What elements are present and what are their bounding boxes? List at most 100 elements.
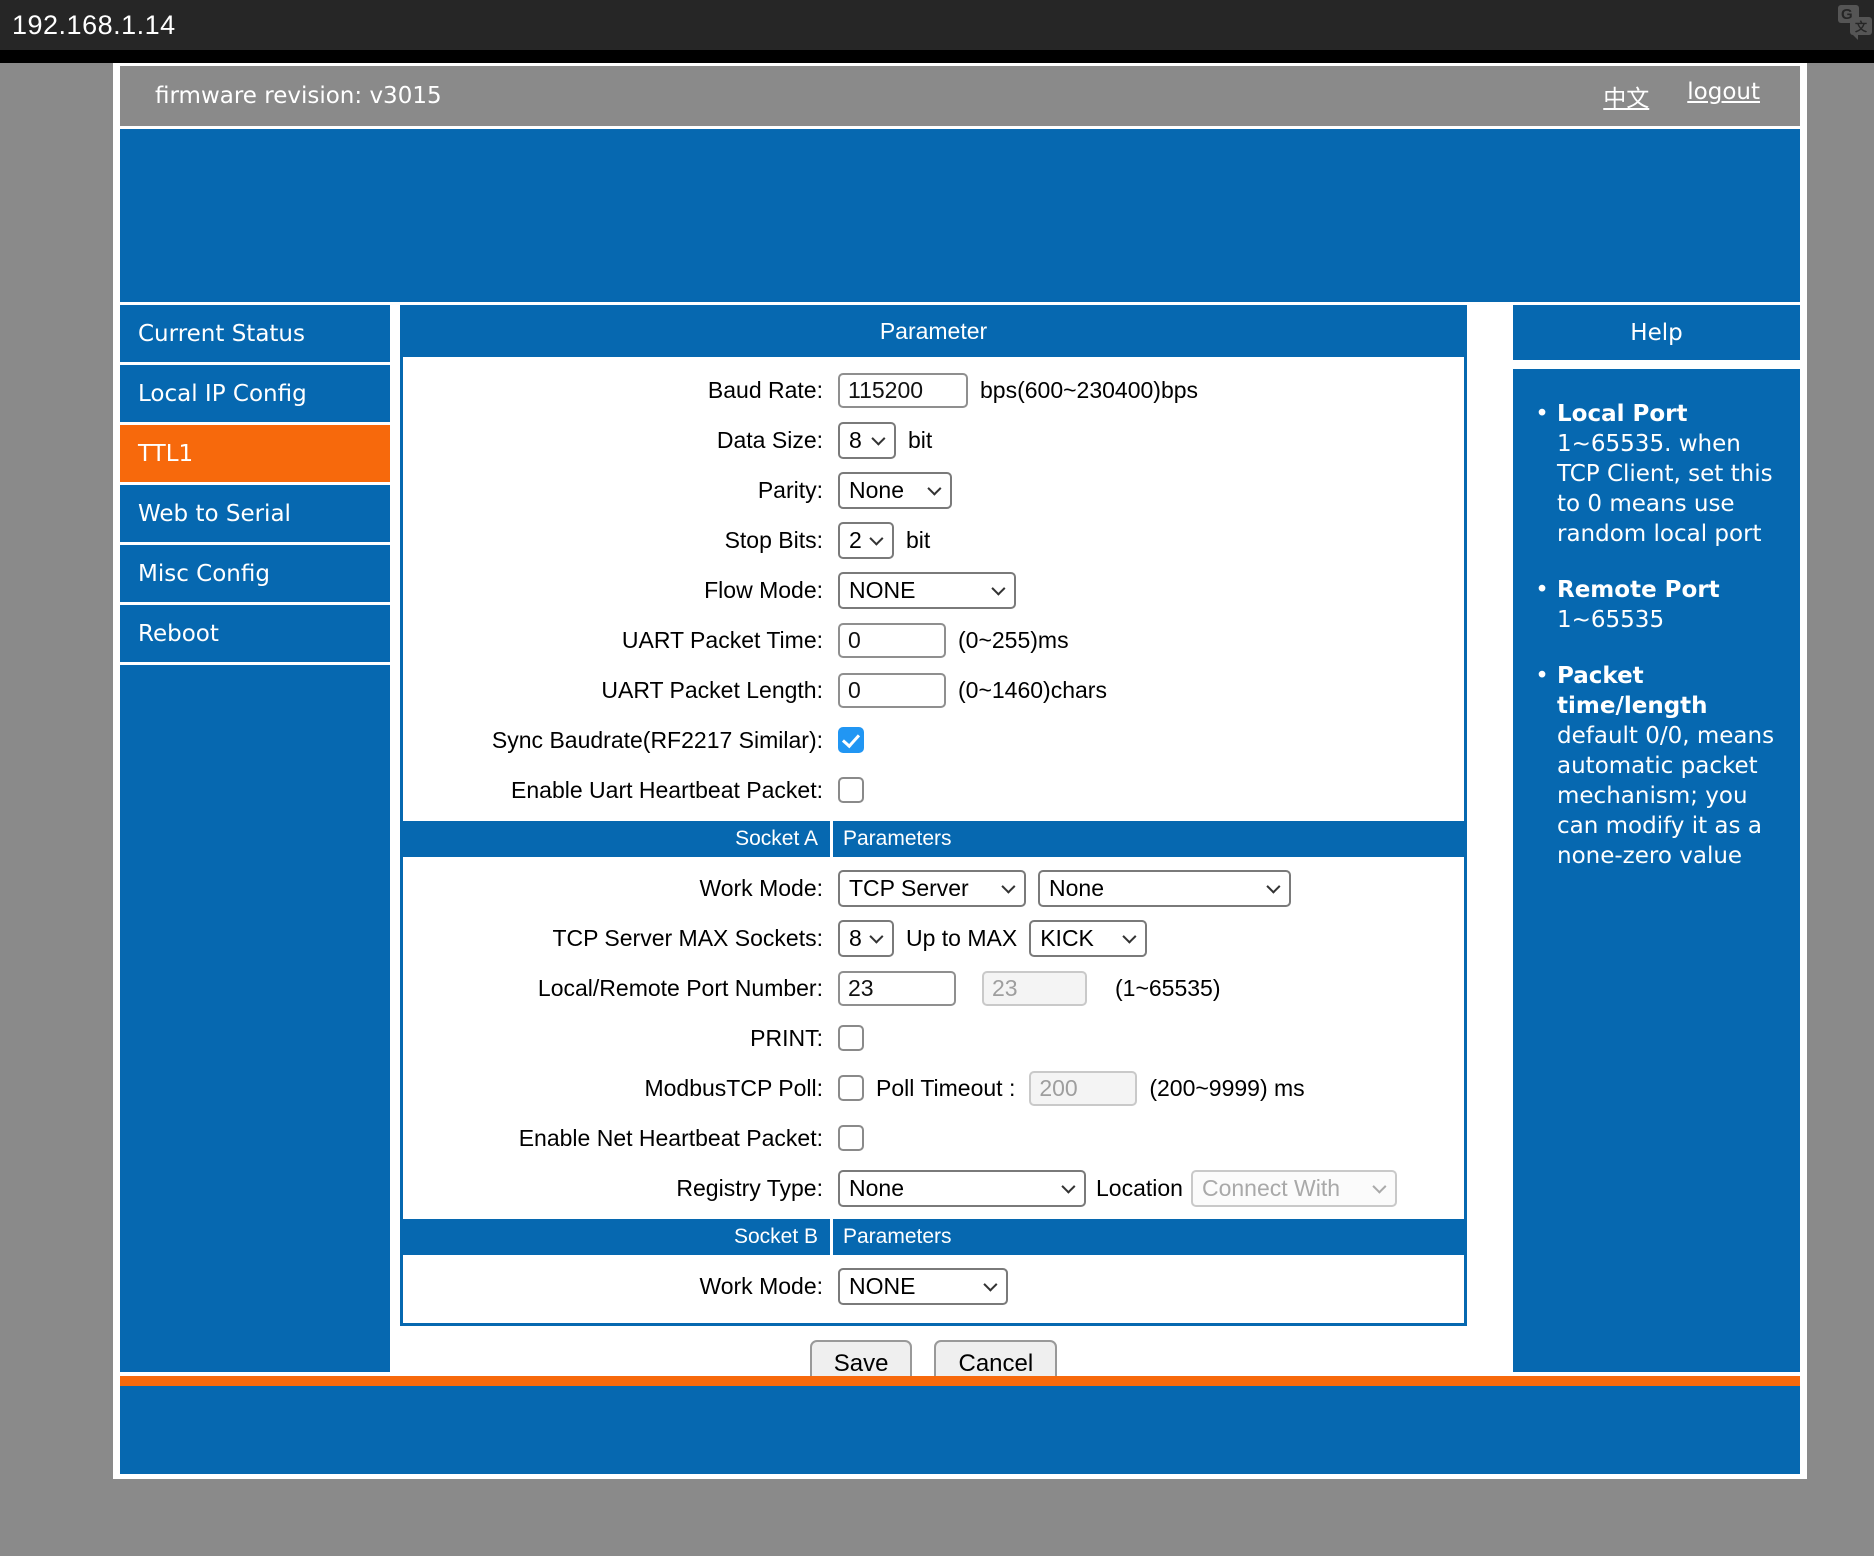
sidebar-item-web-to-serial[interactable]: Web to Serial bbox=[120, 485, 390, 542]
baud-rate-input[interactable] bbox=[838, 373, 968, 408]
chevron-down-icon bbox=[869, 532, 883, 546]
sidebar-item-local-ip-config[interactable]: Local IP Config bbox=[120, 365, 390, 422]
port-number-label: Local/Remote Port Number: bbox=[403, 975, 823, 1002]
stop-bits-row: Stop Bits: 2 bit bbox=[403, 515, 1464, 565]
work-mode-a-sub-select[interactable]: None bbox=[1038, 870, 1291, 907]
chevron-down-icon bbox=[1061, 1180, 1075, 1194]
translate-cjk-glyph: 文 bbox=[1850, 17, 1872, 35]
uart-packet-time-input[interactable] bbox=[838, 623, 946, 658]
sidebar-item-misc-config[interactable]: Misc Config bbox=[120, 545, 390, 602]
sidebar-item-reboot[interactable]: Reboot bbox=[120, 605, 390, 662]
uart-packet-time-label: UART Packet Time: bbox=[403, 627, 823, 654]
panel-title: Parameter bbox=[400, 305, 1467, 357]
socket-b-section-header: Socket B Parameters bbox=[403, 1219, 1464, 1255]
registry-type-row: Registry Type: None Location Connect Wit… bbox=[403, 1163, 1464, 1213]
print-checkbox[interactable] bbox=[838, 1025, 864, 1051]
location-select: Connect With bbox=[1191, 1170, 1397, 1207]
help-title: Help bbox=[1513, 305, 1800, 360]
work-mode-b-row: Work Mode: NONE bbox=[403, 1261, 1464, 1311]
sync-baudrate-label: Sync Baudrate(RF2217 Similar): bbox=[403, 727, 823, 754]
poll-timeout-input bbox=[1029, 1071, 1137, 1106]
local-port-input[interactable] bbox=[838, 971, 956, 1006]
bullet-icon: • bbox=[1527, 661, 1557, 871]
browser-top-bar: 192.168.1.14 G 文 bbox=[0, 0, 1874, 50]
registry-type-label: Registry Type: bbox=[403, 1175, 823, 1202]
work-mode-a-label: Work Mode: bbox=[403, 875, 823, 902]
max-sockets-select[interactable]: 8 bbox=[838, 920, 894, 957]
address-url: 192.168.1.14 bbox=[0, 10, 176, 41]
sync-baudrate-checkbox[interactable] bbox=[838, 727, 864, 753]
print-row: PRINT: bbox=[403, 1013, 1464, 1063]
modbus-poll-row: ModbusTCP Poll: Poll Timeout : (200~9999… bbox=[403, 1063, 1464, 1113]
help-item-body: default 0/0, means automatic packet mech… bbox=[1557, 723, 1774, 869]
socket-a-subtitle: Parameters bbox=[833, 827, 952, 851]
max-sockets-label: TCP Server MAX Sockets: bbox=[403, 925, 823, 952]
uart-heartbeat-label: Enable Uart Heartbeat Packet: bbox=[403, 777, 823, 804]
help-item-remote-port: • Remote Port 1~65535 bbox=[1527, 575, 1788, 635]
sidebar-item-ttl1[interactable]: TTL1 bbox=[120, 425, 390, 482]
data-size-label: Data Size: bbox=[403, 427, 823, 454]
chevron-down-icon bbox=[1001, 880, 1015, 894]
flow-mode-select[interactable]: NONE bbox=[838, 572, 1016, 609]
footer-accent-bar bbox=[120, 1376, 1800, 1386]
uart-packet-length-input[interactable] bbox=[838, 673, 946, 708]
chevron-down-icon bbox=[1372, 1180, 1386, 1194]
data-size-row: Data Size: 8 bit bbox=[403, 415, 1464, 465]
sync-baudrate-row: Sync Baudrate(RF2217 Similar): bbox=[403, 715, 1464, 765]
bullet-icon: • bbox=[1527, 575, 1557, 635]
work-mode-a-select[interactable]: TCP Server bbox=[838, 870, 1026, 907]
registry-type-select[interactable]: None bbox=[838, 1170, 1086, 1207]
port-number-hint: (1~65535) bbox=[1115, 975, 1221, 1002]
kick-select[interactable]: KICK bbox=[1029, 920, 1147, 957]
help-item-body: 1~65535 bbox=[1557, 607, 1664, 633]
uart-packet-length-hint: (0~1460)chars bbox=[958, 677, 1107, 704]
parity-select[interactable]: None bbox=[838, 472, 952, 509]
data-size-select[interactable]: 8 bbox=[838, 422, 896, 459]
baud-rate-hint: bps(600~230400)bps bbox=[980, 377, 1198, 404]
modbus-poll-checkbox[interactable] bbox=[838, 1075, 864, 1101]
topbar-divider bbox=[0, 50, 1874, 63]
chevron-down-icon bbox=[871, 432, 885, 446]
baud-rate-row: Baud Rate: bps(600~230400)bps bbox=[403, 365, 1464, 415]
brand-banner bbox=[120, 129, 1800, 302]
net-heartbeat-checkbox[interactable] bbox=[838, 1125, 864, 1151]
parity-label: Parity: bbox=[403, 477, 823, 504]
uart-heartbeat-row: Enable Uart Heartbeat Packet: bbox=[403, 765, 1464, 815]
chevron-down-icon bbox=[869, 930, 883, 944]
parity-row: Parity: None bbox=[403, 465, 1464, 515]
work-mode-b-select[interactable]: NONE bbox=[838, 1268, 1008, 1305]
firmware-revision-text: firmware revision: v3015 bbox=[120, 83, 442, 109]
uart-packet-length-row: UART Packet Length: (0~1460)chars bbox=[403, 665, 1464, 715]
logout-link[interactable]: logout bbox=[1687, 79, 1760, 113]
socket-a-section-header: Socket A Parameters bbox=[403, 821, 1464, 857]
help-item-packet-time-length: • Packet time/length default 0/0, means … bbox=[1527, 661, 1788, 871]
chevron-down-icon bbox=[1123, 930, 1137, 944]
stop-bits-label: Stop Bits: bbox=[403, 527, 823, 554]
sidebar-item-current-status[interactable]: Current Status bbox=[120, 305, 390, 362]
socket-a-title: Socket A bbox=[403, 827, 830, 851]
uart-heartbeat-checkbox[interactable] bbox=[838, 777, 864, 803]
help-content: • Local Port 1~65535. when TCP Client, s… bbox=[1513, 369, 1800, 1372]
help-item-body: 1~65535. when TCP Client, set this to 0 … bbox=[1557, 431, 1773, 547]
bullet-icon: • bbox=[1527, 399, 1557, 549]
help-item-title: Local Port bbox=[1557, 401, 1688, 427]
sidebar-nav: Current Status Local IP Config TTL1 Web … bbox=[120, 305, 390, 1372]
location-label: Location bbox=[1096, 1175, 1183, 1202]
chevron-down-icon bbox=[927, 482, 941, 496]
print-label: PRINT: bbox=[403, 1025, 823, 1052]
net-heartbeat-label: Enable Net Heartbeat Packet: bbox=[403, 1125, 823, 1152]
google-translate-icon[interactable]: G 文 bbox=[1836, 3, 1872, 41]
max-sockets-middle-text: Up to MAX bbox=[906, 925, 1017, 952]
net-heartbeat-row: Enable Net Heartbeat Packet: bbox=[403, 1113, 1464, 1163]
uart-packet-time-hint: (0~255)ms bbox=[958, 627, 1069, 654]
remote-port-input bbox=[982, 971, 1087, 1006]
data-size-unit: bit bbox=[908, 427, 932, 454]
language-link[interactable]: 中文 bbox=[1603, 79, 1649, 113]
flow-mode-row: Flow Mode: NONE bbox=[403, 565, 1464, 615]
help-item-local-port: • Local Port 1~65535. when TCP Client, s… bbox=[1527, 399, 1788, 549]
stop-bits-unit: bit bbox=[906, 527, 930, 554]
help-item-title: Packet time/length bbox=[1557, 663, 1708, 719]
port-number-row: Local/Remote Port Number: (1~65535) bbox=[403, 963, 1464, 1013]
stop-bits-select[interactable]: 2 bbox=[838, 522, 894, 559]
help-panel: Help • Local Port 1~65535. when TCP Clie… bbox=[1513, 305, 1800, 1372]
